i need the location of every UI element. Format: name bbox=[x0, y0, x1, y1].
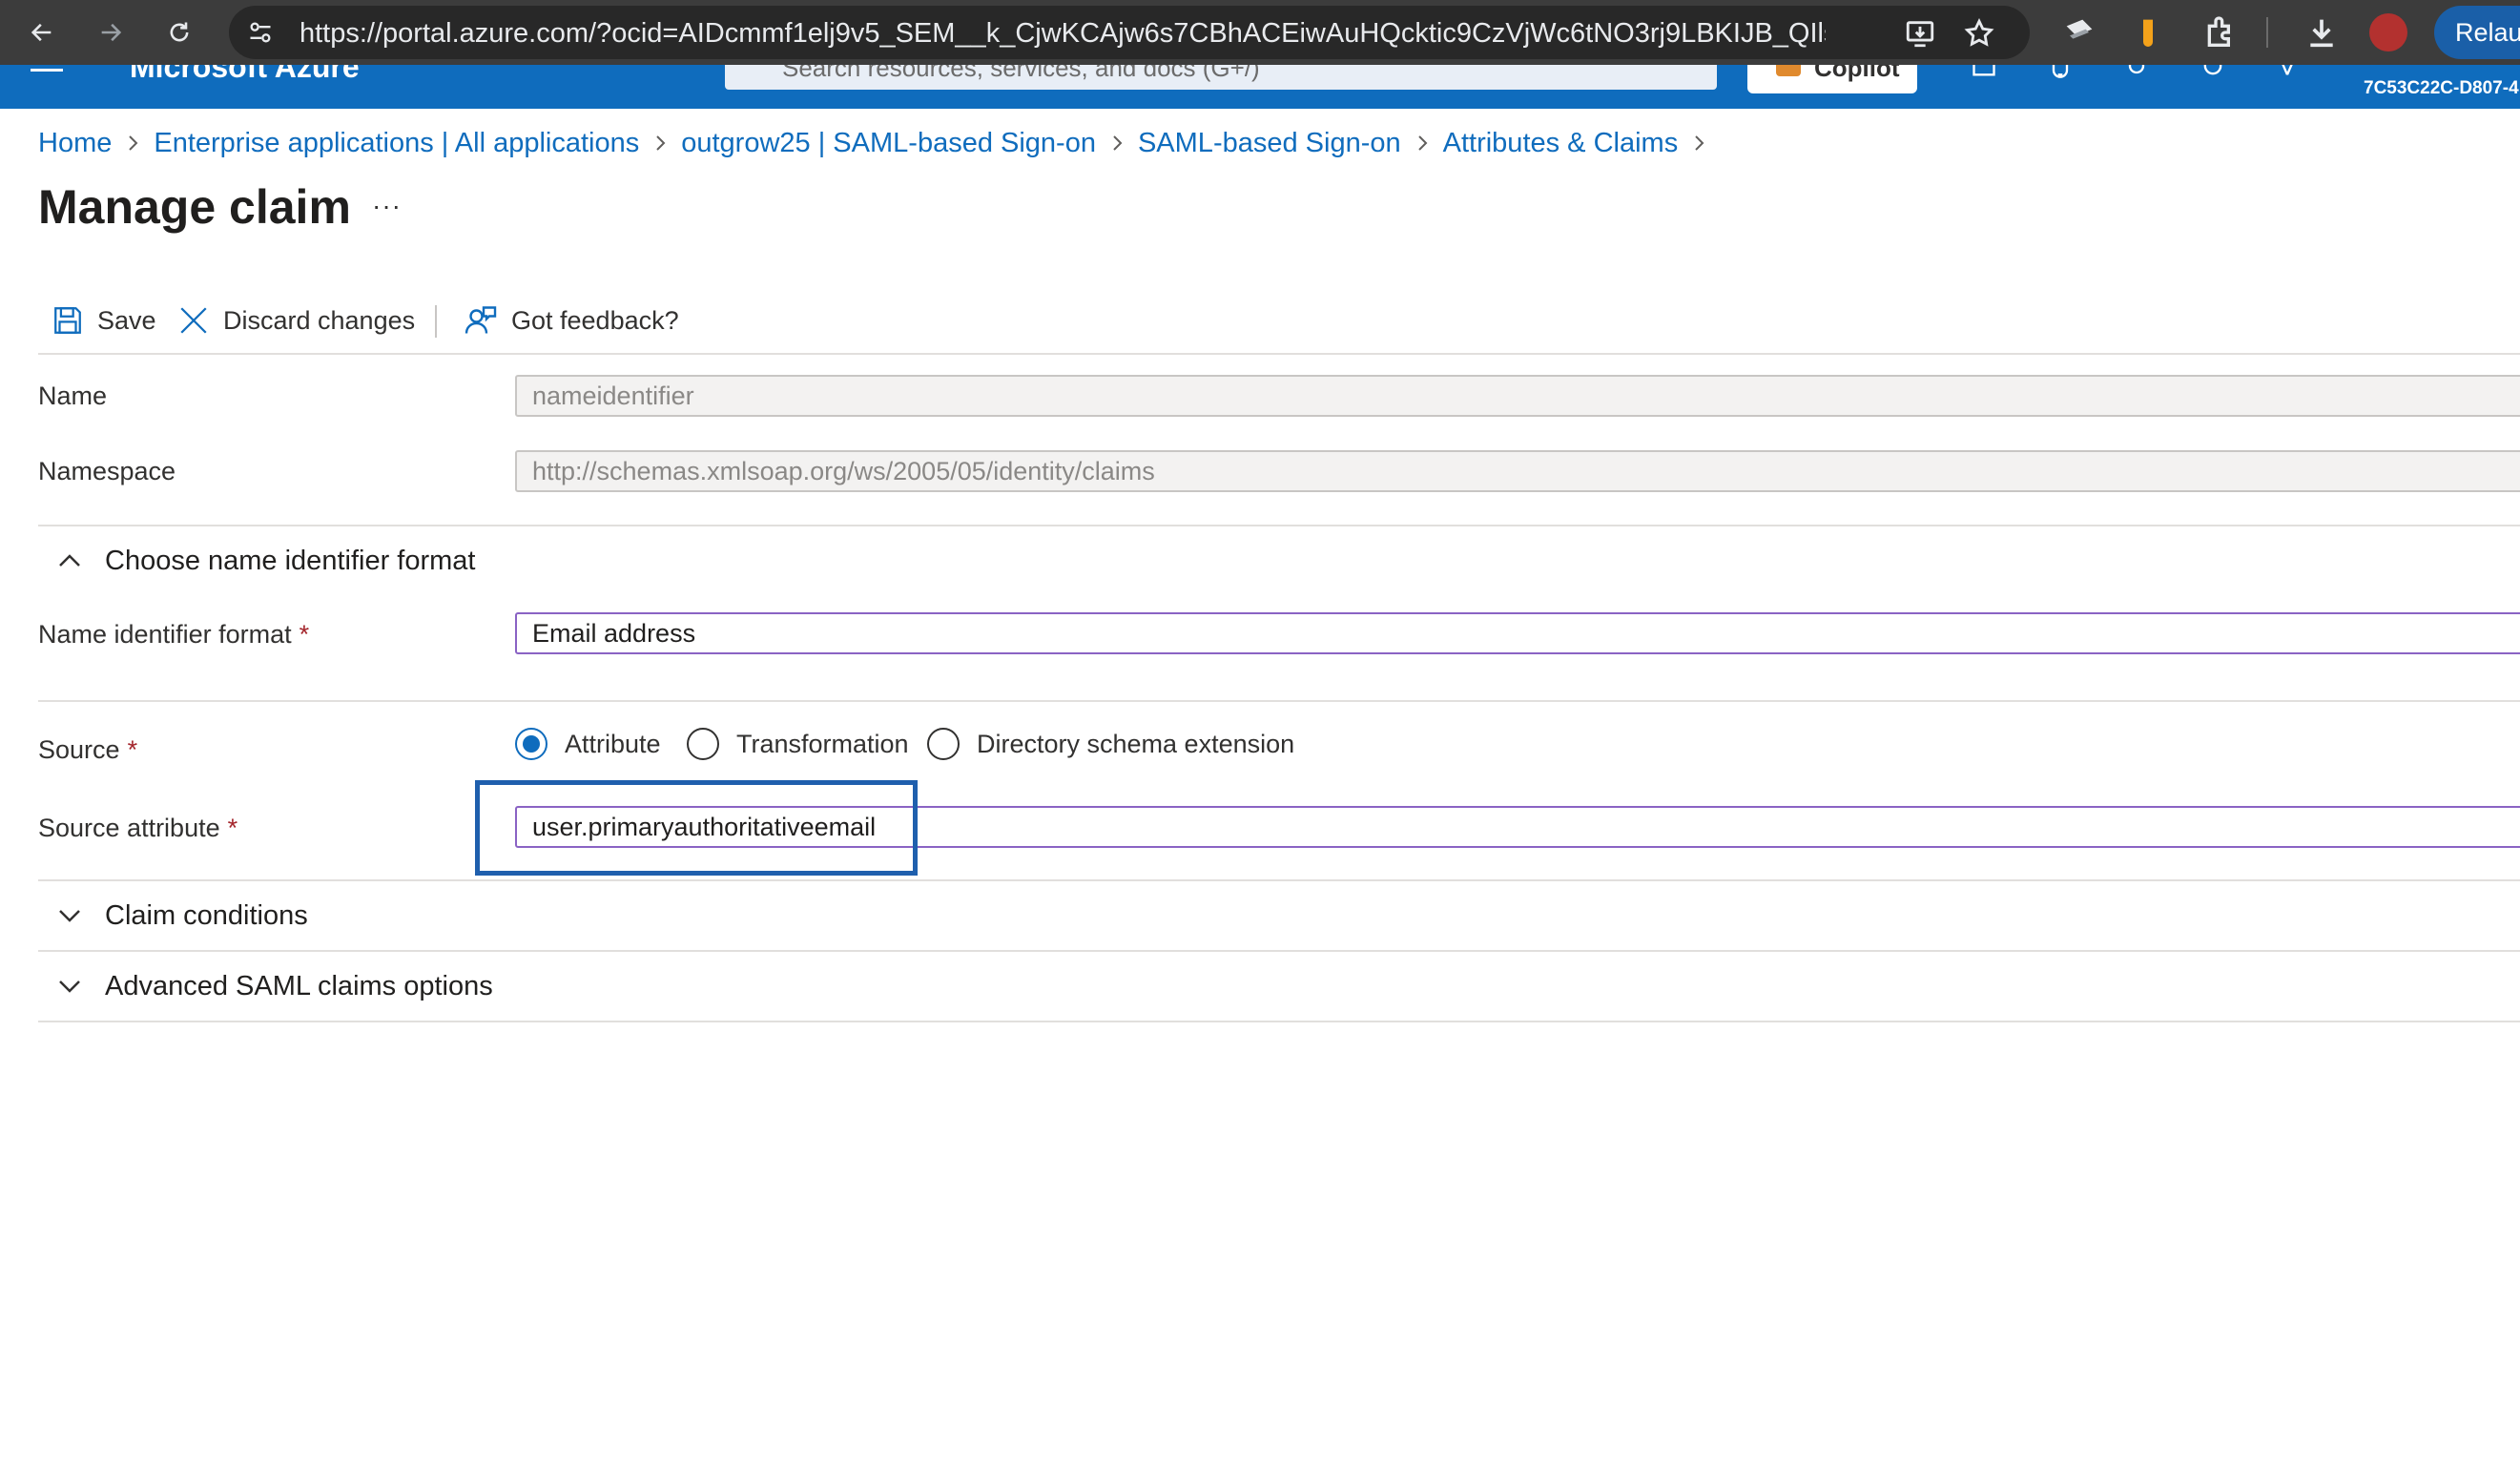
section-divider bbox=[38, 1021, 2520, 1022]
toolbar-divider bbox=[2266, 17, 2268, 48]
reload-icon bbox=[170, 22, 189, 42]
install-app-icon[interactable] bbox=[1904, 17, 1936, 50]
name-identifier-format-label-text: Name identifier format bbox=[38, 620, 292, 649]
site-info-icon[interactable] bbox=[246, 19, 275, 46]
breadcrumb-enterprise-applications[interactable]: Enterprise applications | All applicatio… bbox=[154, 128, 639, 159]
advanced-saml-options-section-toggle[interactable]: Advanced SAML claims options bbox=[38, 965, 493, 1007]
azure-brand[interactable]: Microsoft Azure bbox=[130, 65, 360, 85]
save-icon bbox=[54, 307, 81, 334]
copilot-button[interactable]: Copilot bbox=[1747, 65, 1917, 93]
back-arrow-icon bbox=[31, 23, 52, 42]
chevron-right-icon bbox=[652, 133, 668, 154]
name-field: nameidentifier bbox=[515, 375, 2520, 417]
notifications-bell-icon[interactable] bbox=[2047, 65, 2074, 86]
azure-top-bar: Microsoft Azure Search resources, servic… bbox=[0, 65, 2520, 109]
section-divider bbox=[38, 950, 2520, 952]
discard-changes-button[interactable]: Discard changes bbox=[177, 298, 415, 343]
global-search-input[interactable]: Search resources, services, and docs (G+… bbox=[725, 65, 1717, 90]
chevron-down-icon bbox=[59, 910, 80, 922]
chevron-right-icon bbox=[1691, 133, 1706, 154]
radio-selected-icon bbox=[515, 728, 547, 760]
advanced-saml-options-label: Advanced SAML claims options bbox=[105, 970, 493, 1001]
annotation-highlight-box bbox=[475, 780, 918, 876]
command-divider bbox=[435, 305, 437, 338]
required-asterisk: * bbox=[227, 814, 238, 842]
radio-unselected-icon bbox=[687, 728, 719, 760]
required-asterisk: * bbox=[127, 735, 138, 764]
source-radio-transformation[interactable]: Transformation bbox=[687, 725, 909, 763]
source-radio-directory-schema-extension[interactable]: Directory schema extension bbox=[927, 725, 1294, 763]
required-asterisk: * bbox=[299, 620, 310, 649]
forward-arrow-icon bbox=[101, 23, 122, 42]
name-identifier-format-dropdown[interactable]: Email address bbox=[515, 612, 2520, 654]
command-bar-divider bbox=[38, 353, 2520, 355]
feedback-person-icon[interactable] bbox=[2274, 65, 2301, 86]
source-option-directory-schema-extension-label: Directory schema extension bbox=[977, 729, 1295, 758]
more-options-button[interactable]: ··· bbox=[372, 191, 402, 221]
chevron-right-icon bbox=[125, 133, 140, 154]
feedback-person-icon bbox=[465, 306, 497, 334]
download-icon[interactable] bbox=[2303, 13, 2341, 52]
address-bar[interactable]: https://portal.azure.com/?ocid=AIDcmmf1e… bbox=[229, 6, 2030, 59]
hand-extension-icon[interactable] bbox=[2129, 13, 2167, 52]
section-divider bbox=[38, 879, 2520, 881]
page-title: Manage claim bbox=[38, 180, 351, 234]
section-divider bbox=[38, 700, 2520, 702]
breadcrumb-attributes-claims[interactable]: Attributes & Claims bbox=[1443, 128, 1679, 159]
name-label: Name bbox=[38, 382, 108, 410]
source-attribute-label: Source attribute * bbox=[38, 814, 238, 843]
forward-button[interactable] bbox=[92, 13, 130, 52]
claim-conditions-label: Claim conditions bbox=[105, 899, 308, 931]
breadcrumb: Home Enterprise applications | All appli… bbox=[38, 126, 1720, 160]
source-label: Source * bbox=[38, 735, 137, 765]
got-feedback-label: Got feedback? bbox=[511, 305, 679, 335]
source-option-transformation-label: Transformation bbox=[736, 729, 909, 758]
radio-unselected-icon bbox=[927, 728, 960, 760]
copilot-label: Copilot bbox=[1814, 65, 1900, 82]
close-icon bbox=[180, 307, 207, 334]
breadcrumb-saml-sso[interactable]: SAML-based Sign-on bbox=[1138, 128, 1401, 159]
save-label: Save bbox=[97, 305, 156, 335]
claim-conditions-section-toggle[interactable]: Claim conditions bbox=[38, 895, 308, 937]
tenant-id[interactable]: 7C53C22C-D807-4 bbox=[2364, 78, 2519, 99]
namespace-field: http://schemas.xmlsoap.org/ws/2005/05/id… bbox=[515, 450, 2520, 492]
name-identifier-format-label: Name identifier format * bbox=[38, 620, 309, 650]
breadcrumb-app-sso[interactable]: outgrow25 | SAML-based Sign-on bbox=[681, 128, 1096, 159]
breadcrumb-home[interactable]: Home bbox=[38, 128, 112, 159]
source-label-text: Source bbox=[38, 735, 120, 764]
namespace-label: Namespace bbox=[38, 457, 176, 485]
chevron-right-icon bbox=[1415, 133, 1430, 154]
name-identifier-format-section-toggle[interactable]: Choose name identifier format bbox=[38, 540, 475, 582]
browser-toolbar: https://portal.azure.com/?ocid=AIDcmmf1e… bbox=[0, 0, 2520, 65]
cloud-shell-icon[interactable] bbox=[1971, 65, 1997, 86]
help-icon[interactable] bbox=[2200, 65, 2226, 86]
global-search-placeholder: Search resources, services, and docs (G+… bbox=[782, 65, 1260, 82]
chevron-up-icon bbox=[59, 554, 80, 567]
extension-icon[interactable] bbox=[2060, 13, 2098, 52]
settings-gear-icon[interactable] bbox=[2123, 65, 2150, 86]
reload-button[interactable] bbox=[160, 13, 198, 52]
source-radio-attribute[interactable]: Attribute bbox=[515, 725, 661, 763]
source-option-attribute-label: Attribute bbox=[565, 729, 661, 758]
copilot-icon bbox=[1776, 65, 1801, 76]
relaunch-button[interactable]: Relau bbox=[2434, 6, 2520, 59]
name-identifier-format-section-label: Choose name identifier format bbox=[105, 545, 476, 576]
hamburger-menu-icon[interactable] bbox=[31, 69, 63, 72]
bookmark-star-icon[interactable] bbox=[1963, 17, 1995, 50]
chevron-down-icon bbox=[59, 980, 80, 993]
command-bar: Save Discard changes Got feedback? bbox=[38, 298, 2520, 343]
section-divider bbox=[38, 525, 2520, 526]
got-feedback-button[interactable]: Got feedback? bbox=[464, 298, 679, 343]
url-text: https://portal.azure.com/?ocid=AIDcmmf1e… bbox=[300, 18, 1826, 49]
source-attribute-label-text: Source attribute bbox=[38, 814, 220, 842]
chevron-right-icon bbox=[1109, 133, 1125, 154]
discard-changes-label: Discard changes bbox=[223, 305, 416, 335]
profile-avatar[interactable] bbox=[2369, 13, 2407, 52]
back-button[interactable] bbox=[23, 13, 61, 52]
extensions-puzzle-icon[interactable] bbox=[2201, 13, 2240, 52]
save-button[interactable]: Save bbox=[52, 298, 156, 343]
